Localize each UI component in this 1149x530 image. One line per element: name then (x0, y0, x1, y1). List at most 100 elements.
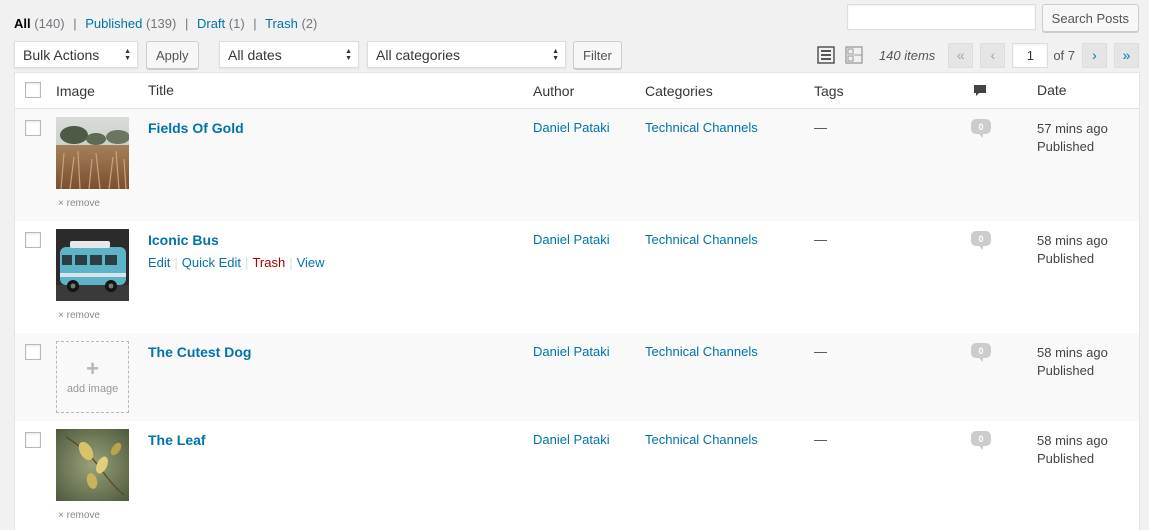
select-arrows-icon: ▲ ▼ (345, 48, 352, 62)
row-actions: Edit | Quick Edit | Trash | View (148, 255, 325, 270)
excerpt-view-icon[interactable] (845, 46, 863, 64)
prev-page-button: ‹ (980, 42, 1006, 68)
dates-value: All dates (228, 46, 282, 63)
comment-count-bubble[interactable]: 0 (971, 343, 991, 362)
categories-select[interactable]: All categories ▲ ▼ (367, 41, 566, 68)
comment-count: 0 (971, 119, 991, 138)
comment-count: 0 (971, 343, 991, 362)
filter-published-link[interactable]: Published (85, 16, 142, 31)
separator: | (245, 255, 249, 270)
separator: | (253, 16, 257, 31)
pagination: 140 items « ‹ of 7 › » (817, 41, 1139, 69)
table-row: + add image The Cutest Dog Daniel Pataki… (15, 333, 1139, 421)
items-count: 140 items (878, 47, 936, 63)
filter-all-link[interactable]: All (14, 16, 31, 31)
comment-count: 0 (971, 431, 991, 450)
author-link[interactable]: Daniel Pataki (533, 232, 610, 247)
next-page-button[interactable]: › (1082, 42, 1107, 68)
table-header: Image Title Author Categories Tags Date (15, 73, 1139, 109)
post-thumbnail[interactable] (56, 117, 129, 189)
tags-value: — (814, 344, 827, 359)
remove-image-link[interactable]: × remove (58, 310, 100, 321)
tablenav-top: Bulk Actions ▲ ▼ Apply All dates ▲ ▼ All c… (14, 41, 1139, 69)
filter-all-count: (140) (34, 16, 65, 31)
current-page-input[interactable] (1012, 42, 1049, 68)
add-image-button[interactable]: + add image (56, 341, 129, 413)
post-title-link[interactable]: Iconic Bus (148, 232, 219, 248)
post-date: 58 mins ago Published (1037, 432, 1108, 468)
post-thumbnail[interactable] (56, 229, 129, 301)
comment-count-bubble[interactable]: 0 (971, 431, 991, 450)
table-row: × remove Fields Of Gold Daniel Pataki Te… (15, 109, 1139, 221)
column-date[interactable]: Date (1037, 82, 1067, 98)
row-checkbox[interactable] (25, 344, 41, 360)
tags-value: — (814, 120, 827, 135)
separator: | (73, 16, 77, 31)
status-filters: All (140) | Published (139) | Draft (1) … (14, 16, 317, 31)
edit-link[interactable]: Edit (148, 255, 170, 270)
search-posts-button[interactable]: Search Posts (1041, 4, 1139, 32)
column-tags: Tags (814, 83, 844, 99)
date-status: Published (1037, 251, 1095, 266)
category-link[interactable]: Technical Channels (645, 432, 758, 447)
list-view-icon[interactable] (817, 46, 835, 64)
date-relative: 58 mins ago (1037, 233, 1108, 248)
select-arrows-icon: ▲ ▼ (552, 48, 559, 62)
tags-value: — (814, 232, 827, 247)
category-link[interactable]: Technical Channels (645, 120, 758, 135)
separator: | (184, 16, 189, 31)
filter-trash-link[interactable]: Trash (265, 16, 298, 31)
date-status: Published (1037, 451, 1095, 466)
apply-button[interactable]: Apply (146, 41, 199, 69)
total-pages: of 7 (1053, 47, 1075, 63)
separator: | (174, 255, 178, 270)
comment-count-bubble[interactable]: 0 (971, 119, 991, 138)
filter-button[interactable]: Filter (573, 41, 622, 69)
comment-count-bubble[interactable]: 0 (971, 231, 991, 250)
table-row: × remove The Leaf Daniel Pataki Technica… (15, 421, 1139, 530)
bus-image-icon (56, 229, 129, 301)
author-link[interactable]: Daniel Pataki (533, 432, 610, 447)
column-categories: Categories (645, 83, 713, 99)
post-thumbnail[interactable] (56, 429, 129, 501)
bulk-actions-select[interactable]: Bulk Actions ▲ ▼ (14, 41, 138, 68)
category-link[interactable]: Technical Channels (645, 344, 758, 359)
date-relative: 58 mins ago (1037, 345, 1108, 360)
column-author[interactable]: Author (533, 83, 574, 99)
plus-icon: + (86, 356, 99, 381)
add-image-label: add image (66, 383, 119, 395)
separator: | (289, 255, 293, 270)
date-status: Published (1037, 363, 1095, 378)
remove-image-link[interactable]: × remove (58, 510, 100, 521)
quick-edit-link[interactable]: Quick Edit (182, 255, 241, 270)
author-link[interactable]: Daniel Pataki (533, 120, 610, 135)
row-checkbox[interactable] (25, 432, 41, 448)
post-title-link[interactable]: Fields Of Gold (148, 120, 244, 136)
field-image-icon (56, 117, 129, 189)
trash-link[interactable]: Trash (252, 255, 285, 270)
search-input[interactable] (846, 4, 1036, 30)
post-title-link[interactable]: The Leaf (148, 432, 206, 448)
category-link[interactable]: Technical Channels (645, 232, 758, 247)
view-link[interactable]: View (297, 255, 325, 270)
column-image: Image (56, 83, 95, 99)
last-page-button[interactable]: » (1114, 42, 1139, 68)
remove-image-link[interactable]: × remove (58, 198, 100, 209)
comments-column-icon[interactable] (973, 84, 987, 98)
table-row: × remove Iconic Bus Edit | Quick Edit | Tras… (15, 221, 1139, 333)
date-status: Published (1037, 139, 1095, 154)
row-checkbox[interactable] (25, 120, 41, 136)
author-link[interactable]: Daniel Pataki (533, 344, 610, 359)
post-date: 58 mins ago Published (1037, 344, 1108, 380)
dates-select[interactable]: All dates ▲ ▼ (219, 41, 359, 68)
filter-draft-link[interactable]: Draft (197, 16, 225, 31)
row-checkbox[interactable] (25, 232, 41, 248)
date-relative: 58 mins ago (1037, 433, 1108, 448)
column-title[interactable]: Title (148, 82, 174, 98)
post-date: 57 mins ago Published (1037, 120, 1108, 156)
filter-published-count: (139) (145, 16, 177, 31)
select-all-checkbox[interactable] (25, 82, 41, 98)
date-relative: 57 mins ago (1037, 121, 1108, 136)
post-title-link[interactable]: The Cutest Dog (148, 344, 251, 360)
filter-draft-count: (1) (228, 16, 245, 31)
